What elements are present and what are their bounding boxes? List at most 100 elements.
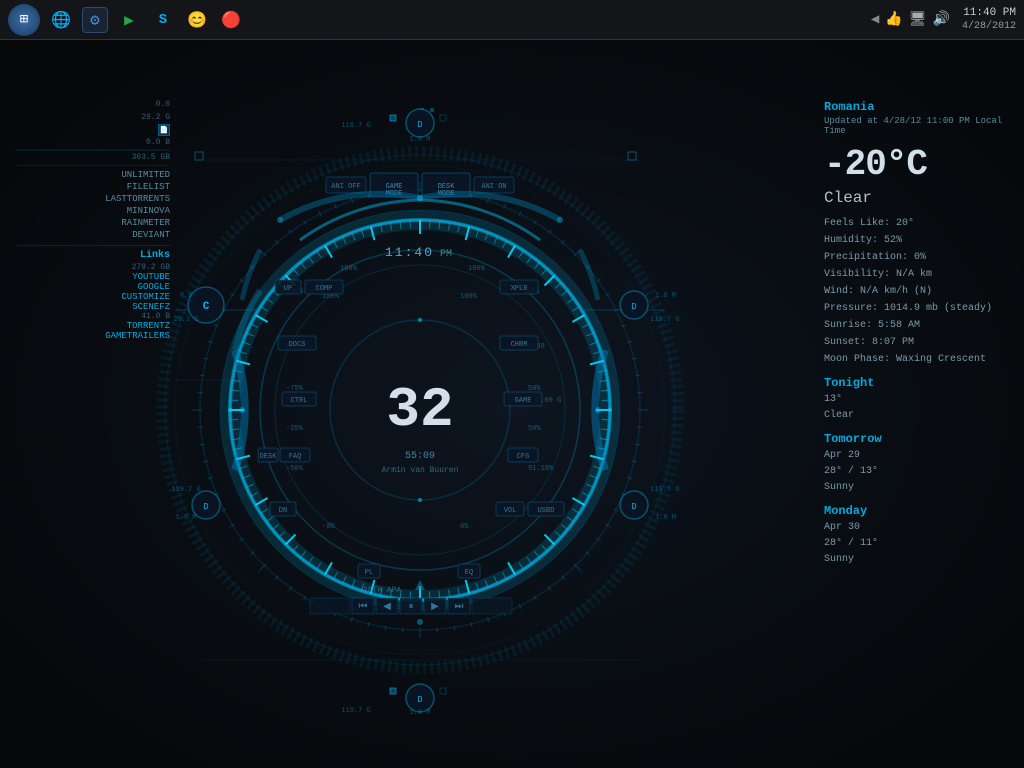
sidebar-scenefz[interactable]: SCENEFZ	[10, 302, 175, 312]
sidebar-value-4: 279.2 GB	[10, 263, 175, 272]
svg-text:CF6: CF6	[517, 453, 530, 461]
taskbar-icon-skype[interactable]: S	[150, 7, 176, 33]
sidebar-value-1: 29.2 G	[10, 113, 175, 122]
sidebar-value-0: 0.0	[10, 100, 175, 109]
sidebar-rainmeter[interactable]: RAINMETER	[10, 217, 175, 229]
svg-text:⏮: ⏮	[359, 602, 368, 613]
taskbar-right: ◀ 👍 🖥 🔊 11:40 PM 4/28/2012	[871, 6, 1016, 33]
svg-text:119.7 G: 119.7 G	[171, 486, 200, 494]
sidebar-customize[interactable]: CUSTOMIZE	[10, 292, 175, 302]
weather-condition: Clear	[824, 189, 1014, 207]
sidebar-deviant[interactable]: DEVIANT	[10, 229, 175, 241]
svg-text:-25%: -25%	[286, 425, 304, 433]
sidebar-value-5: 41.0 B	[10, 312, 175, 321]
left-sidebar: 0.0 29.2 G 📄 0.0 B 363.5 GB UNLIMITED FI…	[0, 80, 185, 361]
svg-text:▶: ▶	[431, 602, 439, 613]
svg-text:119.7 G: 119.7 G	[341, 122, 370, 130]
sidebar-mininova[interactable]: MININOVA	[10, 205, 175, 217]
back-arrow-icon[interactable]: ◀	[871, 11, 879, 28]
svg-text:32: 32	[386, 378, 453, 442]
svg-text:⏸: ⏸	[409, 602, 414, 613]
svg-text:D: D	[203, 502, 208, 512]
weather-details: Feels Like: 20° Humidity: 52% Precipitat…	[824, 215, 1014, 368]
sidebar-value-3: 363.5 GB	[10, 153, 175, 162]
svg-text:-75%: -75%	[286, 385, 304, 393]
system-tray-icons: ◀ 👍 🖥 🔊	[871, 11, 950, 28]
svg-text:-50%: -50%	[286, 465, 304, 473]
weather-tonight-temp: 13°	[824, 392, 1014, 408]
svg-text:MODE: MODE	[386, 190, 403, 198]
svg-text:DOCS: DOCS	[289, 341, 306, 349]
svg-text:1.8 M: 1.8 M	[409, 136, 430, 144]
svg-text:0%: 0%	[460, 523, 469, 531]
sidebar-unlimited[interactable]: UNLIMITED	[10, 169, 175, 181]
weather-monday-title: Monday	[824, 504, 1014, 518]
svg-text:100%: 100%	[460, 293, 478, 301]
svg-text:UP: UP	[284, 285, 292, 293]
sidebar-google[interactable]: GOOGLE	[10, 282, 175, 292]
svg-text:D: D	[631, 502, 636, 512]
svg-text:50%: 50%	[528, 425, 541, 433]
sidebar-youtube[interactable]: YOUTUBE	[10, 272, 175, 282]
weather-feels-like: Feels Like: 20°	[824, 215, 1014, 232]
svg-text:100%: 100%	[468, 265, 486, 273]
svg-text:EQ: EQ	[465, 569, 473, 577]
sidebar-gametrailers[interactable]: GAMETRAILERS	[10, 331, 175, 341]
svg-text:GAME: GAME	[515, 397, 532, 405]
svg-text:119.7 G: 119.7 G	[341, 707, 370, 715]
weather-panel: Romania Updated at 4/28/12 11:00 PM Loca…	[824, 100, 1014, 568]
svg-text:CHRM: CHRM	[511, 341, 528, 349]
time-text: 11:40 PM	[962, 6, 1016, 20]
svg-text:ANI OFF: ANI OFF	[331, 183, 360, 191]
taskbar-icon-ie[interactable]: 🌐	[48, 7, 74, 33]
monitor-icon[interactable]: 🖥	[909, 11, 927, 28]
svg-text:ANI ON: ANI ON	[481, 183, 506, 191]
sidebar-links-title: Links	[10, 250, 175, 261]
svg-text:D: D	[417, 695, 422, 705]
sidebar-torrentz[interactable]: TORRENTZ	[10, 321, 175, 331]
clock-display: 11:40 PM 4/28/2012	[962, 6, 1016, 33]
weather-precipitation: Precipitation: 0%	[824, 249, 1014, 266]
svg-text:100%: 100%	[340, 265, 358, 273]
weather-monday-temps: 28° / 11°	[824, 536, 1014, 552]
svg-text:100%: 100%	[286, 288, 304, 296]
svg-text:DESK: DESK	[438, 183, 456, 191]
like-icon[interactable]: 👍	[885, 11, 902, 28]
weather-pressure: Pressure: 1014.9 mb (steady)	[824, 300, 1014, 317]
svg-text:100%: 100%	[322, 293, 340, 301]
volume-icon[interactable]: 🔊	[933, 11, 950, 28]
svg-text:C: C	[203, 301, 210, 313]
date-text: 4/28/2012	[962, 20, 1016, 33]
weather-tomorrow-temps: 28° / 13°	[824, 464, 1014, 480]
weather-temp: -20°C	[824, 144, 1014, 185]
sidebar-value-2: 0.0 B	[10, 138, 175, 147]
svg-text:GAME: GAME	[386, 183, 403, 191]
taskbar: ⊞ 🌐 ⚙ ▶ S 😊 🔴 ◀ 👍 🖥 🔊 11:40 PM 4/28/2012	[0, 0, 1024, 40]
weather-location: Romania	[824, 100, 1014, 114]
svg-text:DN: DN	[279, 507, 287, 515]
svg-text:11:40: 11:40	[385, 245, 434, 260]
svg-text:1.8 M: 1.8 M	[655, 292, 676, 300]
weather-updated: Updated at 4/28/12 11:00 PM Local Time	[824, 116, 1014, 136]
svg-text:D: D	[417, 120, 422, 130]
svg-text:1.8 M: 1.8 M	[175, 514, 196, 522]
taskbar-icon-app1[interactable]: ⚙	[82, 7, 108, 33]
taskbar-icon-media[interactable]: ▶	[116, 7, 142, 33]
main-area: ticks	[0, 40, 1024, 768]
weather-sunset: Sunset: 8:07 PM	[824, 334, 1014, 351]
sidebar-filelist[interactable]: FILELIST	[10, 181, 175, 193]
svg-text:50%: 50%	[528, 385, 541, 393]
weather-visibility: Visibility: N/A km	[824, 266, 1014, 283]
weather-tomorrow-condition: Sunny	[824, 480, 1014, 496]
taskbar-icons: 🌐 ⚙ ▶ S 😊 🔴	[48, 7, 871, 33]
taskbar-icon-emoji[interactable]: 😊	[184, 7, 210, 33]
svg-text:XPLR: XPLR	[511, 285, 529, 293]
weather-tomorrow-details: Apr 29 28° / 13° Sunny	[824, 448, 1014, 496]
start-button[interactable]: ⊞	[8, 4, 40, 36]
svg-text:FF88: FF88	[528, 343, 545, 351]
svg-text:DESK: DESK	[260, 453, 278, 461]
taskbar-icon-app2[interactable]: 🔴	[218, 7, 244, 33]
svg-text:68.82%: 68.82%	[286, 343, 312, 351]
sidebar-lasttorrents[interactable]: LASTTORRENTS	[10, 193, 175, 205]
weather-monday-details: Apr 30 28° / 11° Sunny	[824, 520, 1014, 568]
